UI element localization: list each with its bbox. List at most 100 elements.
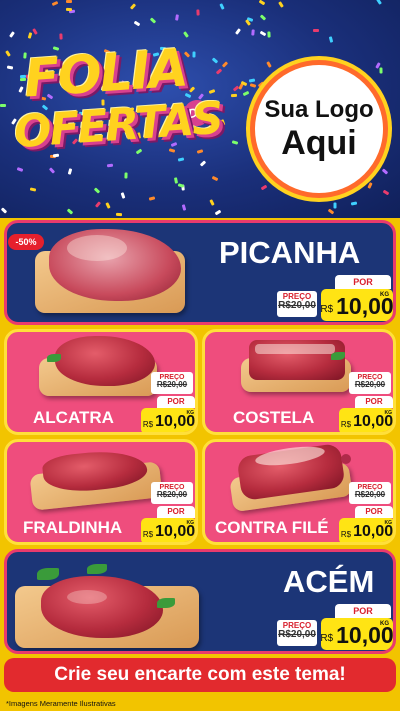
confetti-piece [248, 78, 256, 83]
alcatra-image [55, 336, 155, 386]
confetti-piece [29, 187, 37, 192]
old-price: R$20,00 [354, 490, 386, 500]
por-label: POR [335, 275, 391, 289]
old-price: R$20,00 [156, 490, 188, 500]
product-name: COSTELA [233, 408, 315, 427]
confetti-piece [327, 208, 335, 215]
por-label: POR [355, 506, 393, 518]
unit-label: KG [384, 410, 393, 416]
herb-decoration [157, 598, 175, 608]
confetti-piece [0, 104, 6, 107]
por-label: POR [157, 396, 195, 408]
confetti-piece [266, 61, 272, 68]
confetti-piece [9, 31, 15, 38]
confetti-piece [129, 3, 137, 10]
confetti-piece [5, 50, 11, 57]
preco-tag: PREÇO R$20,00 [151, 482, 193, 504]
unit-label: KG [186, 410, 195, 416]
unit-label: KG [186, 520, 195, 526]
product-card-fraldinha[interactable]: FRALDINHA PREÇO R$20,00 POR R$ 10,00 KG [4, 439, 198, 545]
confetti-piece [105, 202, 111, 209]
confetti-piece [278, 1, 284, 8]
current-price: R$ 10,00 KG [339, 518, 393, 542]
current-price: R$ 10,00 KG [339, 408, 393, 432]
confetti-piece [59, 33, 63, 40]
confetti-piece [313, 29, 319, 32]
por-label: POR [335, 604, 391, 618]
confetti-piece [258, 0, 266, 6]
confetti-piece [367, 182, 373, 189]
confetti-piece [183, 31, 189, 38]
currency-symbol: R$ [142, 530, 154, 539]
confetti-piece [328, 36, 334, 43]
product-card-acem[interactable]: ACÉM PREÇO R$20,00 POR R$ 10,00 KG [4, 549, 396, 654]
confetti-piece [376, 0, 382, 5]
logo-text-line1: Sua Logo [264, 96, 374, 123]
unit-label: KG [380, 292, 389, 298]
confetti-piece [382, 189, 390, 196]
por-label: POR [355, 396, 393, 408]
product-card-costela[interactable]: COSTELA PREÇO R$20,00 POR R$ 10,00 KG [202, 329, 396, 435]
current-price: R$ 10,00 KG [141, 408, 195, 432]
confetti-piece [259, 30, 267, 37]
product-name: ACÉM [283, 564, 375, 599]
current-price: R$ 10,00 KG [320, 289, 393, 321]
confetti-piece [379, 67, 383, 74]
confetti-piece [148, 196, 156, 201]
product-name: ALCATRA [33, 408, 114, 427]
confetti-piece [6, 65, 14, 70]
confetti-piece [333, 202, 337, 209]
old-price: R$20,00 [354, 380, 386, 390]
confetti-piece [65, 7, 73, 12]
onion-decoration [341, 454, 351, 464]
product-card-alcatra[interactable]: ALCATRA PREÇO R$20,00 POR R$ 10,00 KG [4, 329, 198, 435]
fat-marbling [67, 235, 127, 261]
confetti-piece [94, 201, 102, 208]
confetti-piece [120, 192, 126, 199]
create-flyer-cta[interactable]: Crie seu encarte com este tema! [4, 658, 396, 692]
confetti-piece [32, 28, 38, 35]
confetti-piece [196, 9, 200, 16]
logo-placeholder: Sua Logo Aqui [250, 60, 388, 198]
preco-tag: PREÇO R$20,00 [151, 372, 193, 394]
confetti-piece [209, 199, 215, 206]
currency-symbol: R$ [320, 633, 334, 644]
fat-layer [255, 344, 335, 354]
confetti-piece [27, 32, 33, 39]
product-name: CONTRA FILÉ [215, 518, 329, 537]
product-card-contra-file[interactable]: CONTRA FILÉ PREÇO R$20,00 POR R$ 10,00 K… [202, 439, 396, 545]
confetti-piece [251, 29, 255, 36]
folia-de-ofertas-title: FOLIA DE OFERTAS [12, 38, 234, 184]
disclaimer-note: *Imagens Meramente Ilustrativas [0, 696, 400, 711]
confetti-piece [0, 207, 8, 214]
herb-decoration [331, 352, 345, 360]
confetti-piece [133, 20, 141, 27]
confetti-piece [181, 204, 187, 211]
herb-decoration [47, 354, 61, 362]
por-label: POR [157, 506, 195, 518]
confetti-piece [175, 14, 179, 21]
preco-tag: PREÇO R$20,00 [349, 482, 391, 504]
logo-text-line2: Aqui [281, 124, 357, 162]
product-card-picanha[interactable]: PICANHA PREÇO R$20,00 POR R$ 10,00 KG [4, 220, 396, 325]
confetti-piece [267, 31, 271, 38]
fat-marbling [67, 590, 107, 604]
confetti-piece [381, 168, 389, 175]
discount-badge: -50% [8, 234, 44, 250]
current-price: R$ 10,00 KG [320, 618, 393, 650]
product-name: FRALDINHA [23, 518, 123, 537]
confetti-piece [214, 209, 222, 216]
old-price: R$20,00 [278, 629, 316, 641]
confetti-piece [350, 201, 358, 206]
header-banner: FOLIA DE OFERTAS Sua Logo Aqui [0, 0, 400, 218]
confetti-piece [242, 90, 250, 97]
current-price: R$ 10,00 KG [141, 518, 195, 542]
preco-tag: PREÇO R$20,00 [277, 291, 317, 317]
herb-decoration [87, 564, 107, 574]
preco-tag: PREÇO R$20,00 [349, 372, 391, 394]
currency-symbol: R$ [340, 530, 352, 539]
old-price: R$20,00 [156, 380, 188, 390]
confetti-piece [115, 212, 123, 217]
confetti-piece [65, 0, 73, 4]
product-name: PICANHA [219, 235, 361, 270]
